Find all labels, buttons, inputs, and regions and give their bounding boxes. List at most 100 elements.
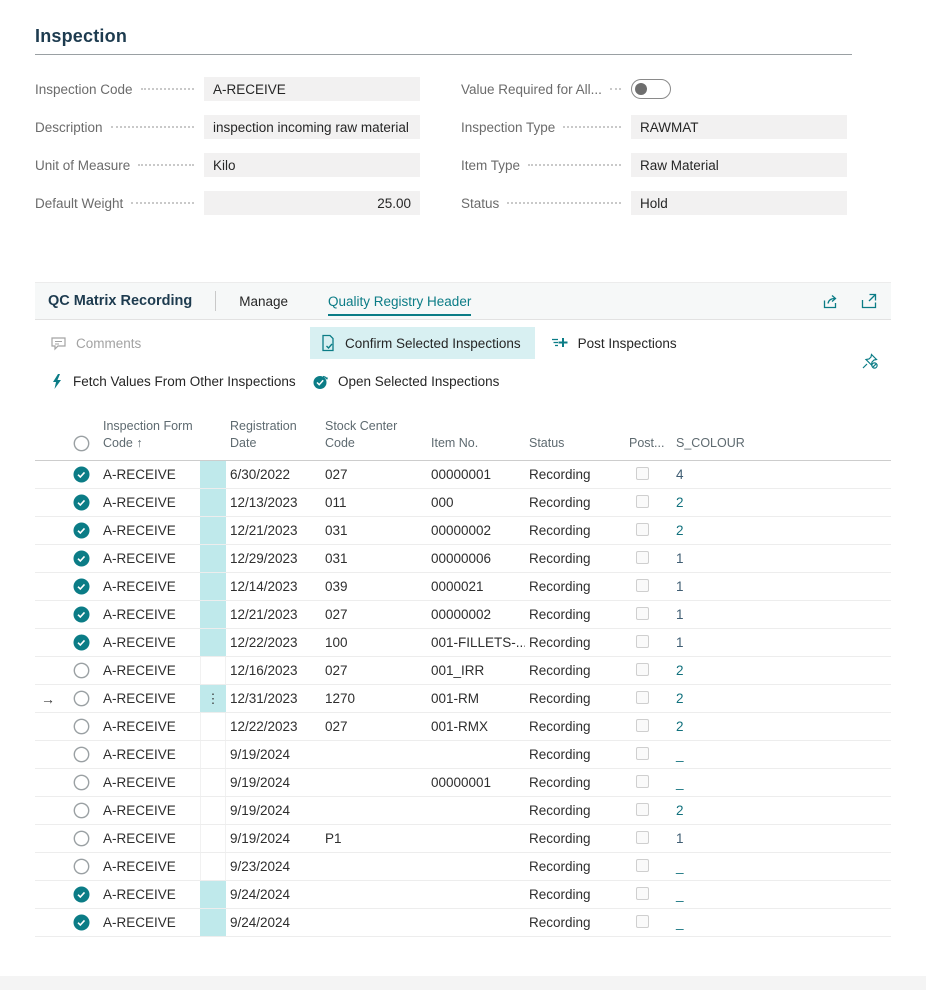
cell-registration-date[interactable]: 6/30/2022 — [226, 467, 321, 482]
cell-inspection-form-code[interactable]: A-RECEIVE — [99, 859, 200, 874]
table-row[interactable]: A-RECEIVE9/19/2024Recording_ — [35, 741, 891, 769]
row-select-checkbox[interactable] — [63, 830, 99, 847]
cell-stock-center-code[interactable]: 027 — [321, 467, 427, 482]
cell-registration-date[interactable]: 12/29/2023 — [226, 551, 321, 566]
post-inspections-button[interactable]: Post Inspections — [549, 327, 687, 359]
cell-s-colour[interactable]: _ — [672, 915, 891, 930]
col-header-inspection-form-code[interactable]: Inspection Form Code ↑ — [99, 418, 200, 460]
row-select-checkbox[interactable] — [63, 690, 99, 707]
cell-s-colour[interactable]: _ — [672, 747, 891, 762]
cell-item-no[interactable]: 00000006 — [427, 551, 525, 566]
cell-registration-date[interactable]: 9/23/2024 — [226, 859, 321, 874]
cell-item-no[interactable]: 0000021 — [427, 579, 525, 594]
table-row[interactable]: A-RECEIVE12/21/202303100000002Recording2 — [35, 517, 891, 545]
row-options-ellipsis[interactable]: ⋮ — [200, 685, 226, 712]
cell-item-no[interactable]: 00000002 — [427, 607, 525, 622]
cell-post-checkbox[interactable] — [625, 691, 672, 707]
row-select-checkbox[interactable] — [63, 858, 99, 875]
cell-stock-center-code[interactable]: 039 — [321, 579, 427, 594]
cell-inspection-form-code[interactable]: A-RECEIVE — [99, 663, 200, 678]
cell-post-checkbox[interactable] — [625, 775, 672, 791]
cell-stock-center-code[interactable]: P1 — [321, 831, 427, 846]
cell-s-colour[interactable]: 1 — [672, 635, 891, 650]
cell-registration-date[interactable]: 9/24/2024 — [226, 887, 321, 902]
cell-post-checkbox[interactable] — [625, 803, 672, 819]
table-row[interactable]: A-RECEIVE12/14/20230390000021Recording1 — [35, 573, 891, 601]
cell-registration-date[interactable]: 12/14/2023 — [226, 579, 321, 594]
cell-inspection-form-code[interactable]: A-RECEIVE — [99, 831, 200, 846]
cell-stock-center-code[interactable]: 027 — [321, 663, 427, 678]
row-select-checkbox[interactable] — [63, 662, 99, 679]
row-select-checkbox[interactable] — [63, 522, 99, 539]
confirm-selected-inspections-button[interactable]: Confirm Selected Inspections — [310, 327, 535, 359]
tab-quality-registry-header[interactable]: Quality Registry Header — [328, 294, 471, 316]
cell-registration-date[interactable]: 9/24/2024 — [226, 915, 321, 930]
cell-inspection-form-code[interactable]: A-RECEIVE — [99, 495, 200, 510]
cell-registration-date[interactable]: 9/19/2024 — [226, 747, 321, 762]
cell-inspection-form-code[interactable]: A-RECEIVE — [99, 523, 200, 538]
cell-post-checkbox[interactable] — [625, 747, 672, 763]
cell-s-colour[interactable]: 2 — [672, 495, 891, 510]
cell-inspection-form-code[interactable]: A-RECEIVE — [99, 607, 200, 622]
row-select-checkbox[interactable] — [63, 466, 99, 483]
cell-registration-date[interactable]: 9/19/2024 — [226, 775, 321, 790]
col-header-post[interactable]: Post... — [625, 435, 672, 460]
cell-registration-date[interactable]: 12/16/2023 — [226, 663, 321, 678]
col-header-item-no[interactable]: Item No. — [427, 435, 525, 460]
table-row[interactable]: A-RECEIVE12/13/2023011000Recording2 — [35, 489, 891, 517]
description-input[interactable]: inspection incoming raw material — [204, 115, 420, 139]
cell-post-checkbox[interactable] — [625, 859, 672, 875]
row-select-checkbox[interactable] — [63, 802, 99, 819]
row-select-checkbox[interactable] — [63, 578, 99, 595]
cell-post-checkbox[interactable] — [625, 495, 672, 511]
cell-stock-center-code[interactable]: 100 — [321, 635, 427, 650]
col-header-s-colour[interactable]: S_COLOUR — [672, 435, 891, 460]
cell-item-no[interactable]: 001-FILLETS-... — [427, 635, 525, 650]
cell-post-checkbox[interactable] — [625, 551, 672, 567]
table-row[interactable]: A-RECEIVE12/29/202303100000006Recording1 — [35, 545, 891, 573]
cell-item-no[interactable]: 001_IRR — [427, 663, 525, 678]
table-row[interactable]: A-RECEIVE9/24/2024Recording_ — [35, 881, 891, 909]
open-selected-inspections-button[interactable]: Open Selected Inspections — [310, 365, 509, 397]
cell-registration-date[interactable]: 9/19/2024 — [226, 831, 321, 846]
cell-s-colour[interactable]: 2 — [672, 719, 891, 734]
cell-registration-date[interactable]: 12/13/2023 — [226, 495, 321, 510]
cell-s-colour[interactable]: _ — [672, 859, 891, 874]
cell-post-checkbox[interactable] — [625, 719, 672, 735]
cell-post-checkbox[interactable] — [625, 579, 672, 595]
table-row[interactable]: A-RECEIVE9/19/202400000001Recording_ — [35, 769, 891, 797]
table-row[interactable]: →A-RECEIVE⋮12/31/20231270001-RMRecording… — [35, 685, 891, 713]
row-select-checkbox[interactable] — [63, 606, 99, 623]
row-select-checkbox[interactable] — [63, 550, 99, 567]
cell-s-colour[interactable]: 1 — [672, 831, 891, 846]
cell-registration-date[interactable]: 12/22/2023 — [226, 719, 321, 734]
value-required-toggle[interactable] — [631, 79, 671, 99]
cell-post-checkbox[interactable] — [625, 523, 672, 539]
cell-post-checkbox[interactable] — [625, 467, 672, 483]
row-select-checkbox[interactable] — [63, 886, 99, 903]
cell-s-colour[interactable]: 1 — [672, 551, 891, 566]
cell-post-checkbox[interactable] — [625, 831, 672, 847]
cell-item-no[interactable]: 001-RMX — [427, 719, 525, 734]
cell-s-colour[interactable]: 2 — [672, 663, 891, 678]
row-select-checkbox[interactable] — [63, 914, 99, 931]
cell-stock-center-code[interactable]: 011 — [321, 495, 427, 510]
cell-s-colour[interactable]: 2 — [672, 803, 891, 818]
item-type-input[interactable]: Raw Material — [631, 153, 847, 177]
cell-registration-date[interactable]: 12/21/2023 — [226, 523, 321, 538]
cell-stock-center-code[interactable]: 027 — [321, 607, 427, 622]
cell-s-colour[interactable]: 4 — [672, 467, 891, 482]
cell-s-colour[interactable]: _ — [672, 775, 891, 790]
row-select-checkbox[interactable] — [63, 718, 99, 735]
table-row[interactable]: A-RECEIVE12/22/2023100001-FILLETS-...Rec… — [35, 629, 891, 657]
inspection-type-input[interactable]: RAWMAT — [631, 115, 847, 139]
unit-of-measure-input[interactable]: Kilo — [204, 153, 420, 177]
col-header-status[interactable]: Status — [525, 435, 625, 460]
cell-item-no[interactable]: 00000001 — [427, 467, 525, 482]
table-row[interactable]: A-RECEIVE9/19/2024P1Recording1 — [35, 825, 891, 853]
unpin-icon[interactable] — [861, 352, 879, 375]
cell-inspection-form-code[interactable]: A-RECEIVE — [99, 551, 200, 566]
cell-post-checkbox[interactable] — [625, 663, 672, 679]
table-row[interactable]: A-RECEIVE12/21/202302700000002Recording1 — [35, 601, 891, 629]
cell-post-checkbox[interactable] — [625, 607, 672, 623]
